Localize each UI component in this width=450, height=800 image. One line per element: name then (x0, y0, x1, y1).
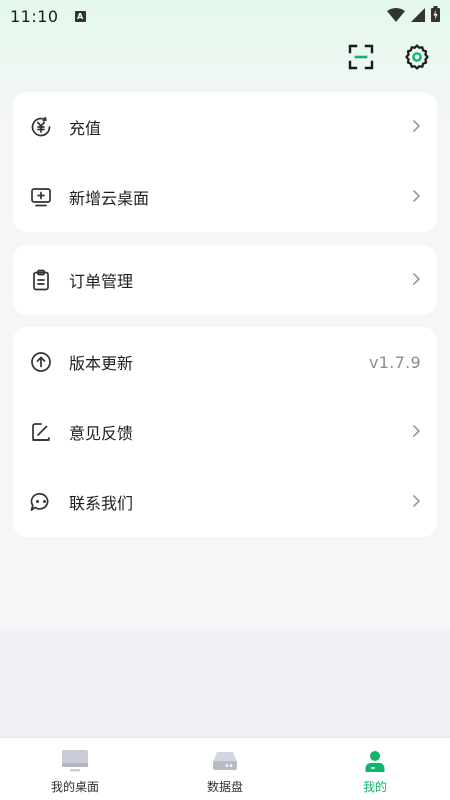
version-update-label: 版本更新 (69, 354, 134, 373)
header-actions (346, 44, 432, 74)
status-time: 11:10 (10, 6, 59, 26)
feedback-row[interactable]: 意见反馈 (13, 397, 437, 467)
feedback-label: 意见反馈 (69, 424, 134, 443)
order-management-label: 订单管理 (69, 272, 134, 291)
tab-my-desktop[interactable]: 我的桌面 (0, 738, 150, 800)
scan-button[interactable] (346, 44, 376, 74)
clipboard-icon (29, 268, 53, 292)
version-number: v1.7.9 (369, 352, 421, 372)
upload-circle-icon (29, 350, 53, 374)
chevron-right-icon (411, 423, 421, 442)
contact-us-row[interactable]: 联系我们 (13, 467, 437, 537)
orders-card: 订单管理 (13, 245, 437, 315)
edit-icon (29, 420, 53, 444)
disk-icon (211, 748, 239, 774)
add-desktop-row[interactable]: 新增云桌面 (13, 162, 437, 232)
user-icon (361, 748, 389, 774)
account-card: 充值 新增云桌面 (13, 92, 437, 232)
support-card: 版本更新 v1.7.9 意见反馈 联系我们 (13, 327, 437, 537)
monitor-icon (61, 748, 89, 774)
chevron-right-icon (411, 271, 421, 290)
chevron-right-icon (411, 188, 421, 207)
add-desktop-label: 新增云桌面 (69, 189, 150, 208)
tab-mine-label: 我的 (362, 780, 387, 794)
yuan-recharge-icon (29, 115, 53, 139)
status-bar: 11:10 A (0, 0, 450, 32)
order-management-row[interactable]: 订单管理 (13, 245, 437, 315)
notification-badge: A (74, 10, 86, 22)
tab-my-desktop-label: 我的桌面 (50, 780, 99, 794)
wifi-icon (387, 7, 405, 26)
version-update-row[interactable]: 版本更新 v1.7.9 (13, 327, 437, 397)
settings-button[interactable] (402, 44, 432, 74)
battery-icon (431, 6, 440, 26)
chevron-right-icon (411, 493, 421, 512)
scan-icon (348, 44, 374, 74)
chat-bubbles-icon (29, 490, 53, 514)
recharge-row[interactable]: 充值 (13, 92, 437, 162)
contact-us-label: 联系我们 (69, 494, 134, 513)
tab-mine[interactable]: 我的 (300, 738, 450, 800)
tab-data-disk[interactable]: 数据盘 (150, 738, 300, 800)
chevron-right-icon (411, 118, 421, 137)
signal-icon (411, 7, 425, 26)
gear-icon (403, 43, 431, 75)
recharge-label: 充值 (69, 119, 102, 138)
add-desktop-icon (29, 185, 53, 209)
bottom-tab-bar: 我的桌面 数据盘 我的 (0, 737, 450, 800)
tab-data-disk-label: 数据盘 (206, 780, 243, 794)
